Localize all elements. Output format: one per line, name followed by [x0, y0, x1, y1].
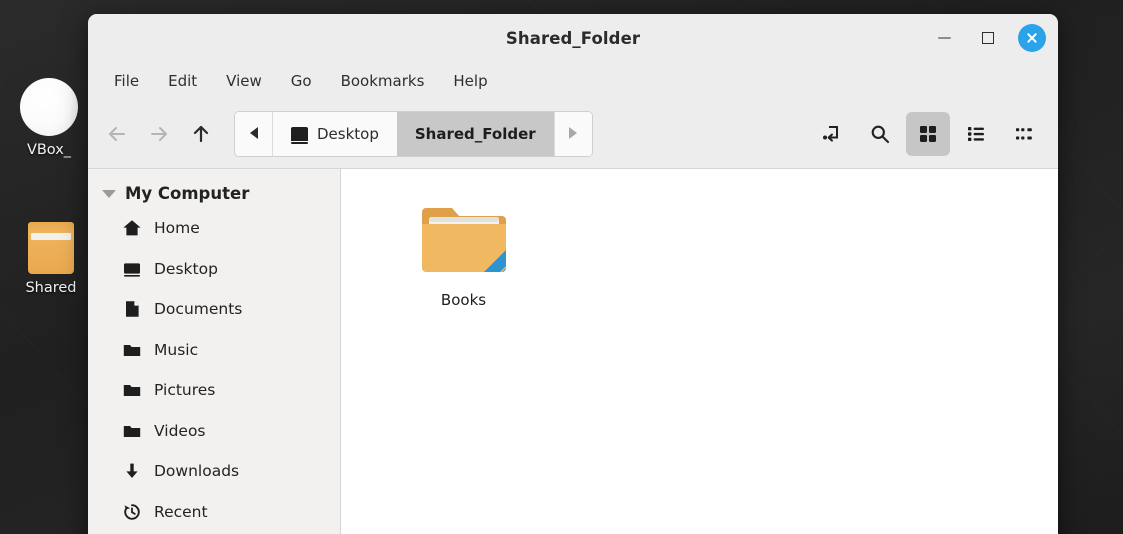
desktop: VBox_ Shared Shared_Folder File Edit Vie… — [0, 0, 1123, 534]
menu-help[interactable]: Help — [441, 68, 499, 94]
path-scroll-left-button[interactable] — [235, 112, 273, 156]
sidebar-item-recent[interactable]: Recent — [88, 492, 340, 533]
sidebar-group-my-computer[interactable]: My Computer — [88, 179, 340, 208]
folder-icon — [122, 421, 142, 441]
menu-file[interactable]: File — [102, 68, 151, 94]
file-item-books[interactable]: Books — [401, 191, 526, 309]
breadcrumb-item-shared-folder[interactable]: Shared_Folder — [396, 112, 554, 156]
file-manager-window: Shared_Folder File Edit View Go Bookmark… — [88, 14, 1058, 534]
search-button[interactable] — [858, 112, 902, 156]
close-icon — [1018, 24, 1046, 52]
forward-button[interactable] — [138, 113, 180, 155]
grid-view-icon — [917, 123, 939, 145]
forward-arrow-icon — [147, 122, 171, 146]
list-view-icon — [965, 123, 987, 145]
back-arrow-icon — [105, 122, 129, 146]
sidebar-item-home[interactable]: Home — [88, 208, 340, 249]
sidebar-item-label: Pictures — [154, 381, 216, 400]
menu-edit[interactable]: Edit — [156, 68, 209, 94]
sidebar-item-label: Music — [154, 340, 199, 359]
path-scroll-right-button[interactable] — [553, 112, 592, 156]
window-title: Shared_Folder — [505, 28, 641, 48]
window-body: My Computer Home Desktop Documents Music… — [88, 169, 1058, 534]
folder-icon — [401, 191, 526, 283]
monitor-icon — [122, 259, 142, 279]
sidebar-item-downloads[interactable]: Downloads — [88, 451, 340, 492]
menu-go[interactable]: Go — [279, 68, 324, 94]
document-icon — [122, 299, 142, 319]
up-arrow-icon — [189, 122, 213, 146]
sidebar-item-label: Recent — [154, 502, 208, 521]
maximize-icon — [982, 32, 994, 44]
sidebar-item-documents[interactable]: Documents — [88, 289, 340, 330]
minimize-icon — [937, 37, 951, 39]
breadcrumb: Desktop Shared_Folder — [234, 111, 593, 157]
breadcrumb-item-desktop[interactable]: Desktop — [273, 112, 397, 156]
menu-bookmarks[interactable]: Bookmarks — [329, 68, 437, 94]
compact-view-icon — [1013, 123, 1035, 145]
window-titlebar[interactable]: Shared_Folder — [88, 14, 1058, 62]
search-icon — [869, 123, 891, 145]
toggle-path-entry-button[interactable] — [810, 112, 854, 156]
icon-view-button[interactable] — [906, 112, 950, 156]
sidebar-item-music[interactable]: Music — [88, 330, 340, 371]
sidebar-group-label: My Computer — [125, 184, 250, 203]
compact-view-button[interactable] — [1002, 112, 1046, 156]
sidebar-item-label: Documents — [154, 300, 243, 319]
sidebar-item-label: Home — [154, 219, 200, 238]
file-list-view[interactable]: Books — [341, 169, 1058, 534]
sidebar-item-desktop[interactable]: Desktop — [88, 249, 340, 290]
maximize-button[interactable] — [974, 24, 1002, 52]
list-view-button[interactable] — [954, 112, 998, 156]
clock-icon — [122, 502, 142, 522]
path-scroll-left-icon — [248, 125, 260, 144]
breadcrumb-label: Desktop — [317, 125, 379, 143]
toolbar: Desktop Shared_Folder — [88, 100, 1058, 169]
sidebar-item-label: Desktop — [154, 259, 218, 278]
file-item-label: Books — [440, 291, 487, 309]
folder-icon — [122, 380, 142, 400]
breadcrumb-label: Shared_Folder — [414, 125, 536, 143]
chevron-down-icon — [102, 189, 116, 198]
menubar: File Edit View Go Bookmarks Help — [88, 62, 1058, 100]
sidebar-item-pictures[interactable]: Pictures — [88, 370, 340, 411]
folder-icon — [122, 340, 142, 360]
up-button[interactable] — [180, 113, 222, 155]
back-button[interactable] — [96, 113, 138, 155]
download-arrow-icon — [122, 461, 142, 481]
monitor-icon — [291, 127, 308, 144]
sidebar-item-label: Downloads — [154, 462, 240, 481]
sidebar-item-videos[interactable]: Videos — [88, 411, 340, 452]
home-icon — [122, 218, 142, 238]
menu-view[interactable]: View — [214, 68, 274, 94]
path-scroll-right-icon — [567, 125, 579, 144]
sidebar: My Computer Home Desktop Documents Music… — [88, 169, 341, 534]
path-entry-icon — [821, 123, 843, 145]
close-button[interactable] — [1018, 24, 1046, 52]
sidebar-item-label: Videos — [154, 421, 206, 440]
window-controls — [930, 14, 1046, 62]
minimize-button[interactable] — [930, 24, 958, 52]
